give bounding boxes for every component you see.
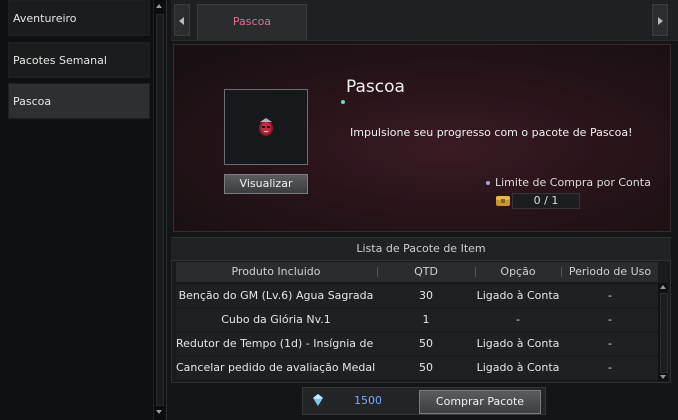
table-row: Redutor de Tempo (1d) - Insígnia de Diam… (176, 333, 658, 355)
cell-product: Cancelar pedido de avaliação Medalha de … (176, 361, 376, 374)
cell-product: Benção do GM (Lv.6) Agua Sagrada (178, 289, 374, 302)
table-row: Cancelar pedido de avaliação Medalha de … (176, 357, 658, 379)
cell-option: Ligado à Conta (476, 289, 560, 302)
scroll-up-icon[interactable] (156, 4, 162, 8)
chevron-left-icon (179, 17, 184, 25)
cell-product: Cubo da Glória Nv.1 (221, 313, 331, 326)
table-row: Cubo da Glória Nv.1 1 - - (176, 309, 658, 331)
price-value: 1500 (354, 394, 382, 407)
cell-qty: 30 (419, 289, 433, 302)
table-header: Produto Incluido QTD Opção Periodo de Us… (176, 262, 658, 282)
item-list-scrollbar[interactable] (658, 283, 668, 381)
cell-qty: 50 (419, 337, 433, 350)
purchase-limit-label: Limite de Compra por Conta (495, 176, 651, 189)
bullet-dot-icon (486, 181, 490, 185)
scroll-down-icon[interactable] (660, 375, 666, 379)
cell-period: - (608, 337, 612, 350)
sidebar-item-pascoa[interactable]: Pascoa (8, 83, 150, 119)
mask-item-icon (259, 118, 273, 136)
chevron-right-icon (658, 17, 663, 25)
scroll-thumb[interactable] (156, 14, 164, 406)
cell-period: - (608, 289, 612, 302)
package-item-frame[interactable] (224, 89, 308, 165)
crystal-icon (313, 394, 323, 406)
sidebar-item-aventureiro[interactable]: Aventureiro (8, 0, 150, 36)
scroll-up-icon[interactable] (660, 285, 666, 289)
purchase-limit-value: 0 / 1 (512, 193, 580, 209)
scroll-thumb[interactable] (660, 293, 668, 373)
package-description: Impulsione seu progresso com o pacote de… (350, 126, 633, 139)
tab-pascoa[interactable]: Pascoa (197, 4, 307, 40)
tab-prev-button[interactable] (174, 4, 190, 36)
header-product: Produto Incluido (231, 265, 321, 278)
cell-option: Ligado à Conta (476, 337, 560, 350)
header-period: Periodo de Uso (568, 265, 652, 278)
sidebar-scrollbar[interactable] (153, 0, 164, 420)
scroll-down-icon[interactable] (156, 410, 162, 414)
item-list-title: Lista de Pacote de Item (171, 238, 671, 261)
cell-period: - (608, 361, 612, 374)
buy-package-button[interactable]: Comprar Pacote (419, 390, 541, 414)
sidebar: Aventureiro Pacotes Semanal Pascoa (0, 0, 167, 420)
header-option: Opção (500, 265, 536, 278)
cell-period: - (608, 313, 612, 326)
sidebar-item-pacotes-semanal[interactable]: Pacotes Semanal (8, 42, 150, 78)
package-title: Pascoa (346, 77, 405, 97)
sidebar-item-label: Pascoa (13, 95, 52, 108)
view-button[interactable]: Visualizar (224, 174, 308, 194)
cell-option: Ligado à Conta (476, 361, 560, 374)
tab-next-button[interactable] (652, 4, 668, 36)
header-qty: QTD (414, 265, 438, 278)
cell-product: Redutor de Tempo (1d) - Insígnia de Diam… (176, 337, 376, 350)
cell-qty: 1 (422, 313, 430, 326)
cell-option: - (516, 313, 520, 326)
chest-icon (496, 196, 510, 206)
cell-qty: 50 (419, 361, 433, 374)
sidebar-item-label: Pacotes Semanal (13, 54, 107, 67)
bullet-dot-icon (341, 100, 345, 104)
table-row: Benção do GM (Lv.6) Agua Sagrada 30 Liga… (176, 285, 658, 307)
sidebar-item-label: Aventureiro (13, 12, 77, 25)
